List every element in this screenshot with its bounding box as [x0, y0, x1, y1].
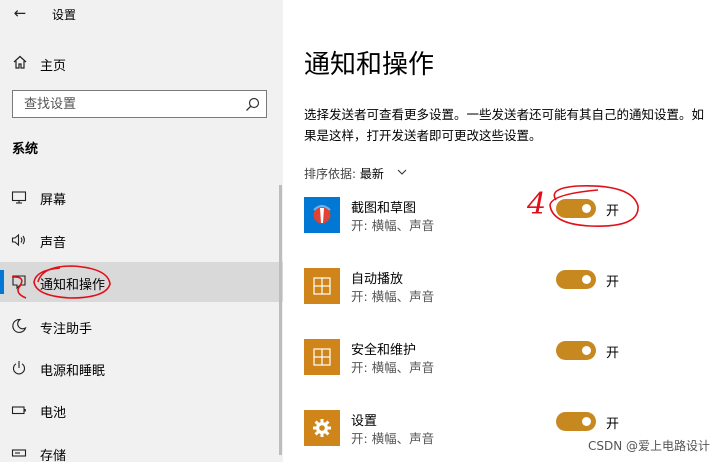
main-content: 通知和操作 选择发送者可查看更多设置。一些发送者还可能有其自己的通知设置。如果是…	[283, 0, 720, 462]
display-icon	[11, 191, 27, 204]
sort-label: 排序依据:	[304, 167, 360, 181]
sender-subtitle: 开: 横幅、声音	[351, 218, 435, 233]
toggle-label: 开	[606, 346, 620, 361]
sender-autoplay[interactable]: 自动播放 开: 横幅、声音 开	[304, 268, 704, 318]
notification-icon	[12, 275, 26, 290]
toggle-label: 开	[606, 204, 620, 219]
sidebar-item-sound[interactable]: 声音	[0, 220, 283, 260]
sender-subtitle: 开: 横幅、声音	[351, 431, 435, 446]
storage-icon	[11, 449, 27, 457]
toggle-knob	[582, 417, 591, 426]
description-text: 选择发送者可查看更多设置。一些发送者还可能有其自己的通知设置。如果是这样，打开发…	[304, 107, 705, 143]
autoplay-icon	[304, 268, 340, 304]
security-maintenance-icon	[304, 339, 340, 375]
section-title: 系统	[12, 142, 39, 157]
back-button[interactable]: ←	[8, 3, 32, 23]
notification-toggle[interactable]	[556, 270, 596, 289]
watermark: CSDN @爱上电路设计	[587, 439, 710, 453]
notification-toggle[interactable]	[556, 199, 596, 218]
sidebar-item-power-sleep[interactable]: 电源和睡眠	[0, 348, 283, 388]
home-label: 主页	[40, 59, 67, 74]
search-icon[interactable]	[245, 97, 260, 112]
notification-toggle[interactable]	[556, 412, 596, 431]
toggle-label: 开	[606, 417, 620, 432]
toggle-label: 开	[606, 275, 620, 290]
toggle-knob	[582, 275, 591, 284]
sidebar-scrollbar[interactable]	[279, 185, 282, 455]
title-bar: ← 设置	[0, 0, 283, 28]
search-box[interactable]	[12, 90, 267, 118]
sidebar-item-label: 通知和操作	[40, 278, 106, 293]
sidebar-item-label: 声音	[40, 236, 67, 251]
window-title: 设置	[52, 8, 77, 22]
sidebar-item-storage[interactable]: 存储	[0, 433, 283, 462]
sidebar-item-label: 专注助手	[40, 322, 93, 337]
power-icon	[12, 361, 26, 375]
sender-subtitle: 开: 横幅、声音	[351, 360, 435, 375]
sort-value: 最新	[359, 167, 384, 181]
chevron-down-icon	[397, 169, 407, 175]
search-input[interactable]	[13, 91, 233, 117]
snip-sketch-icon	[304, 197, 340, 233]
sidebar-item-label: 电源和睡眠	[40, 364, 106, 379]
sender-name: 设置	[351, 414, 378, 429]
sidebar-item-home[interactable]: 主页	[0, 50, 283, 76]
moon-icon	[12, 318, 27, 334]
page-title: 通知和操作	[304, 50, 435, 80]
sidebar-item-display[interactable]: 屏幕	[0, 177, 283, 217]
sidebar-item-battery[interactable]: 电池	[0, 390, 283, 430]
sidebar-item-label: 存储	[40, 449, 67, 462]
toggle-knob	[582, 346, 591, 355]
sender-subtitle: 开: 横幅、声音	[351, 289, 435, 304]
sidebar-item-focus-assist[interactable]: 专注助手	[0, 306, 283, 346]
arrow-left-icon: ←	[13, 4, 27, 22]
sidebar-item-label: 屏幕	[40, 193, 67, 208]
toggle-knob	[582, 204, 591, 213]
sidebar-item-label: 电池	[40, 406, 67, 421]
gear-icon	[304, 410, 340, 446]
sidebar-item-notifications[interactable]: 通知和操作	[0, 262, 283, 302]
notification-toggle[interactable]	[556, 341, 596, 360]
battery-icon	[11, 406, 26, 415]
sender-security-maintenance[interactable]: 安全和维护 开: 横幅、声音 开	[304, 339, 704, 389]
home-icon	[13, 55, 27, 69]
sidebar: ← 设置 主页 系统 屏幕 声音 通知	[0, 0, 283, 462]
sender-name: 截图和草图	[351, 201, 417, 216]
sender-name: 安全和维护	[351, 343, 417, 358]
sender-snip-sketch[interactable]: 截图和草图 开: 横幅、声音 开	[304, 197, 704, 247]
speaker-icon	[11, 233, 25, 247]
sort-dropdown[interactable]: 排序依据: 最新	[304, 165, 407, 182]
sender-name: 自动播放	[351, 272, 404, 287]
